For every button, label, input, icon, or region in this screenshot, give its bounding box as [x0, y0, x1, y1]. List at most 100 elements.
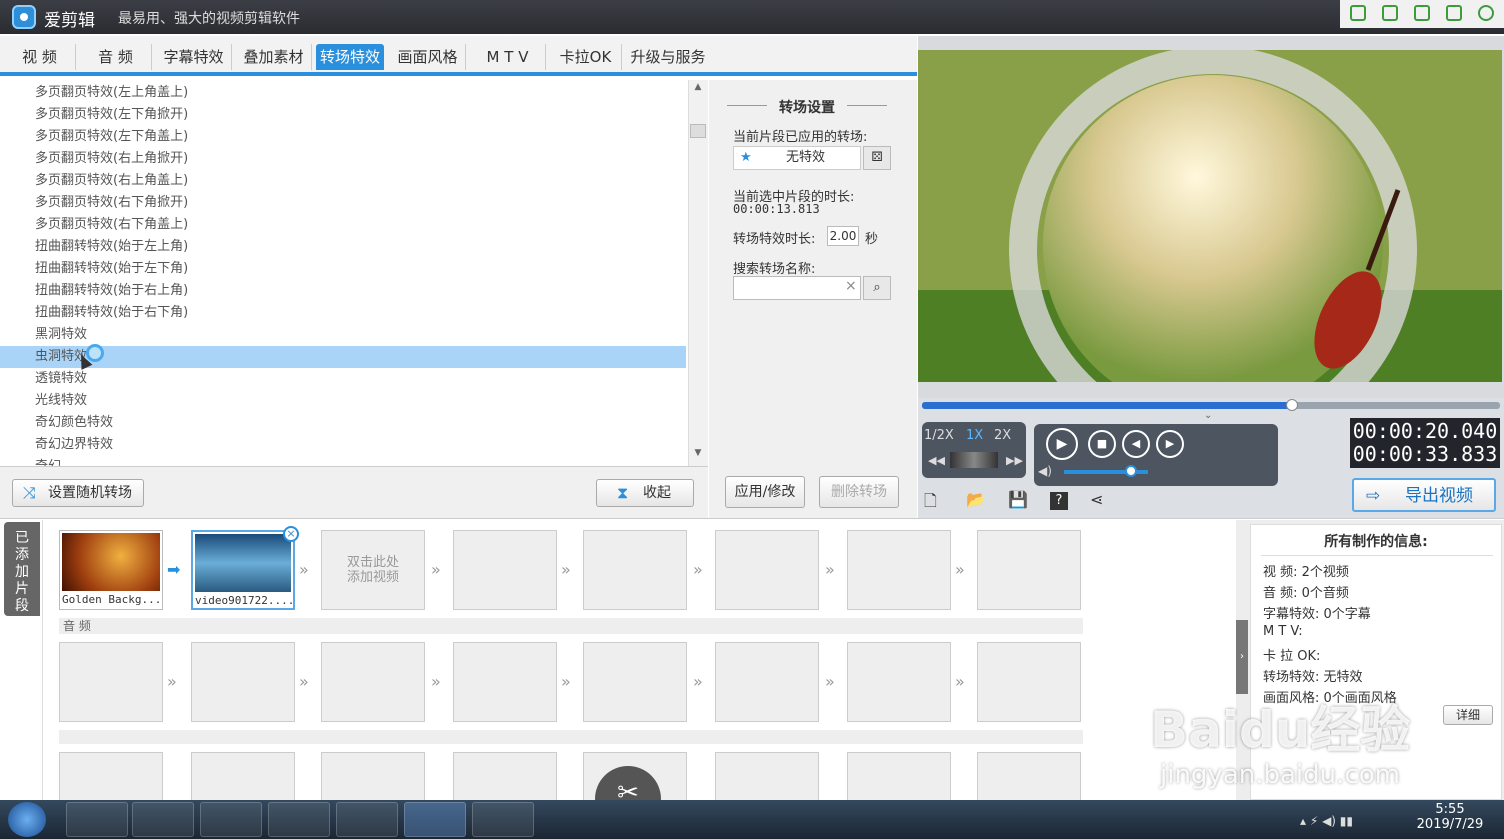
clip-thumbnail[interactable]: Golden Backg... [59, 530, 163, 610]
taskbar-explorer-icon[interactable] [132, 802, 194, 837]
clear-search-icon[interactable]: × [845, 278, 857, 294]
taskbar-firefox-icon[interactable] [200, 802, 262, 837]
list-item[interactable]: 光线特效 [0, 390, 686, 412]
empty-slot[interactable] [583, 642, 687, 722]
empty-slot[interactable] [59, 642, 163, 722]
scroll-down-icon[interactable]: ▼ [691, 448, 705, 462]
collapse-button[interactable]: ⧗ 收起 [596, 479, 694, 507]
list-item[interactable]: 奇幻颜色特效 [0, 412, 686, 434]
shuttle-slider[interactable] [950, 452, 998, 468]
taskbar-notes-icon[interactable] [472, 802, 534, 837]
search-input[interactable] [733, 276, 861, 300]
tab-video[interactable]: 视 频 [4, 44, 76, 70]
list-item[interactable]: 多页翻页特效(右上角盖上) [0, 170, 686, 192]
list-item[interactable]: 多页翻页特效(右上角掀开) [0, 148, 686, 170]
list-item[interactable]: 多页翻页特效(左下角盖上) [0, 126, 686, 148]
empty-slot[interactable] [977, 530, 1081, 610]
clip-thumbnail-selected[interactable]: video901722.... × [191, 526, 299, 610]
list-item[interactable]: 奇幻边界特效 [0, 434, 686, 456]
list-item[interactable]: 多页翻页特效(左上角盖上) [0, 82, 686, 104]
speed-double[interactable]: 2X [994, 428, 1011, 443]
random-transition-button[interactable]: ⤨ 设置随机转场 [12, 479, 144, 507]
empty-slot[interactable] [977, 642, 1081, 722]
taskbar-browser-icon[interactable] [336, 802, 398, 837]
list-item[interactable]: 扭曲翻转特效(始于左上角) [0, 236, 686, 258]
empty-slot[interactable] [59, 752, 163, 800]
list-item[interactable]: 扭曲翻转特效(始于右上角) [0, 280, 686, 302]
tab-style[interactable]: 画面风格 [390, 44, 466, 70]
video-preview[interactable] [918, 50, 1502, 382]
empty-slot[interactable] [321, 642, 425, 722]
remove-clip-icon[interactable]: × [283, 526, 299, 542]
new-project-icon[interactable]: 🗋 [924, 490, 937, 517]
expand-arrow-icon[interactable]: › [1236, 620, 1248, 694]
list-item[interactable]: 扭曲翻转特效(始于左下角) [0, 258, 686, 280]
transition-marker-icon[interactable]: ➡ [167, 562, 183, 578]
list-item[interactable]: 透镜特效 [0, 368, 686, 390]
added-clips-tab[interactable]: 已添加片段 [4, 522, 40, 616]
volume-knob[interactable] [1125, 465, 1138, 477]
empty-slot[interactable] [715, 752, 819, 800]
list-item[interactable]: 扭曲翻转特效(始于右下角) [0, 302, 686, 324]
prev-frame-icon[interactable]: ◀ [1122, 430, 1150, 458]
empty-slot[interactable] [715, 642, 819, 722]
list-item[interactable]: 黑洞特效 [0, 324, 686, 346]
rewind-icon[interactable]: ◀◀ [928, 454, 945, 467]
fast-forward-icon[interactable]: ▶▶ [1006, 454, 1023, 467]
tab-transition[interactable]: 转场特效 [316, 44, 384, 70]
open-folder-icon[interactable]: 📂 [966, 490, 986, 509]
settings-gear-icon[interactable] [1478, 5, 1494, 21]
empty-slot[interactable] [191, 752, 295, 800]
scroll-up-icon[interactable]: ▲ [691, 82, 705, 96]
apply-button[interactable]: 应用/修改 [725, 476, 805, 508]
speed-normal[interactable]: 1X [966, 428, 983, 443]
delete-transition-button[interactable]: 删除转场 [819, 476, 899, 508]
effect-length-input[interactable]: 2.00 [827, 226, 859, 246]
search-icon[interactable]: ⌕ [863, 276, 891, 300]
empty-slot[interactable] [191, 642, 295, 722]
next-frame-icon[interactable]: ▶ [1156, 430, 1184, 458]
list-item[interactable]: 多页翻页特效(右下角盖上) [0, 214, 686, 236]
tab-subtitle[interactable]: 字幕特效 [156, 44, 232, 70]
empty-slot[interactable] [847, 642, 951, 722]
share-icon[interactable]: ⋖ [1090, 490, 1103, 509]
empty-slot[interactable] [453, 752, 557, 800]
list-item[interactable]: 多页翻页特效(右下角掀开) [0, 192, 686, 214]
empty-slot[interactable] [977, 752, 1081, 800]
skin-icon[interactable] [1350, 5, 1366, 21]
fullscreen-icon[interactable] [1382, 5, 1398, 21]
empty-slot[interactable] [715, 530, 819, 610]
save-icon[interactable] [1414, 5, 1430, 21]
scroll-thumb[interactable] [690, 124, 706, 138]
progress-track[interactable] [922, 399, 1500, 411]
applied-transition-field[interactable]: ★ 无特效 [733, 146, 861, 170]
tab-mtv[interactable]: M T V [470, 44, 546, 70]
progress-knob[interactable] [1285, 399, 1298, 411]
empty-slot[interactable] [847, 530, 951, 610]
tab-audio[interactable]: 音 频 [80, 44, 152, 70]
save-project-icon[interactable]: 💾 [1008, 490, 1028, 509]
detail-button[interactable]: 详细 [1443, 705, 1493, 725]
volume-icon[interactable]: ◀) [1038, 464, 1052, 478]
empty-slot[interactable] [847, 752, 951, 800]
empty-slot[interactable] [321, 752, 425, 800]
empty-slot[interactable] [583, 530, 687, 610]
start-button-icon[interactable] [8, 802, 46, 837]
speed-half[interactable]: 1/2X [924, 428, 954, 443]
export-video-button[interactable]: ⇨ 导出视频 [1352, 478, 1496, 512]
empty-slot[interactable] [453, 530, 557, 610]
taskbar-app-icon[interactable] [268, 802, 330, 837]
chevron-down-icon[interactable]: ⌄ [1204, 410, 1212, 421]
add-video-slot[interactable]: 双击此处添加视频 [321, 530, 425, 610]
tab-upgrade[interactable]: 升级与服务 [626, 44, 710, 70]
play-icon[interactable]: ▶ [1046, 428, 1078, 460]
tab-karaoke[interactable]: 卡拉OK [550, 44, 622, 70]
share-icon[interactable] [1446, 5, 1462, 21]
empty-slot[interactable] [453, 642, 557, 722]
list-item[interactable]: 多页翻页特效(左下角掀开) [0, 104, 686, 126]
dice-random-icon[interactable]: ⚄ [863, 146, 891, 170]
stop-icon[interactable]: ■ [1088, 430, 1116, 458]
tray-icons[interactable]: ▴ ⚡ ◀) ▮▮ [1300, 814, 1353, 828]
help-icon[interactable]: ? [1050, 492, 1068, 510]
taskbar-media-icon[interactable] [66, 802, 128, 837]
